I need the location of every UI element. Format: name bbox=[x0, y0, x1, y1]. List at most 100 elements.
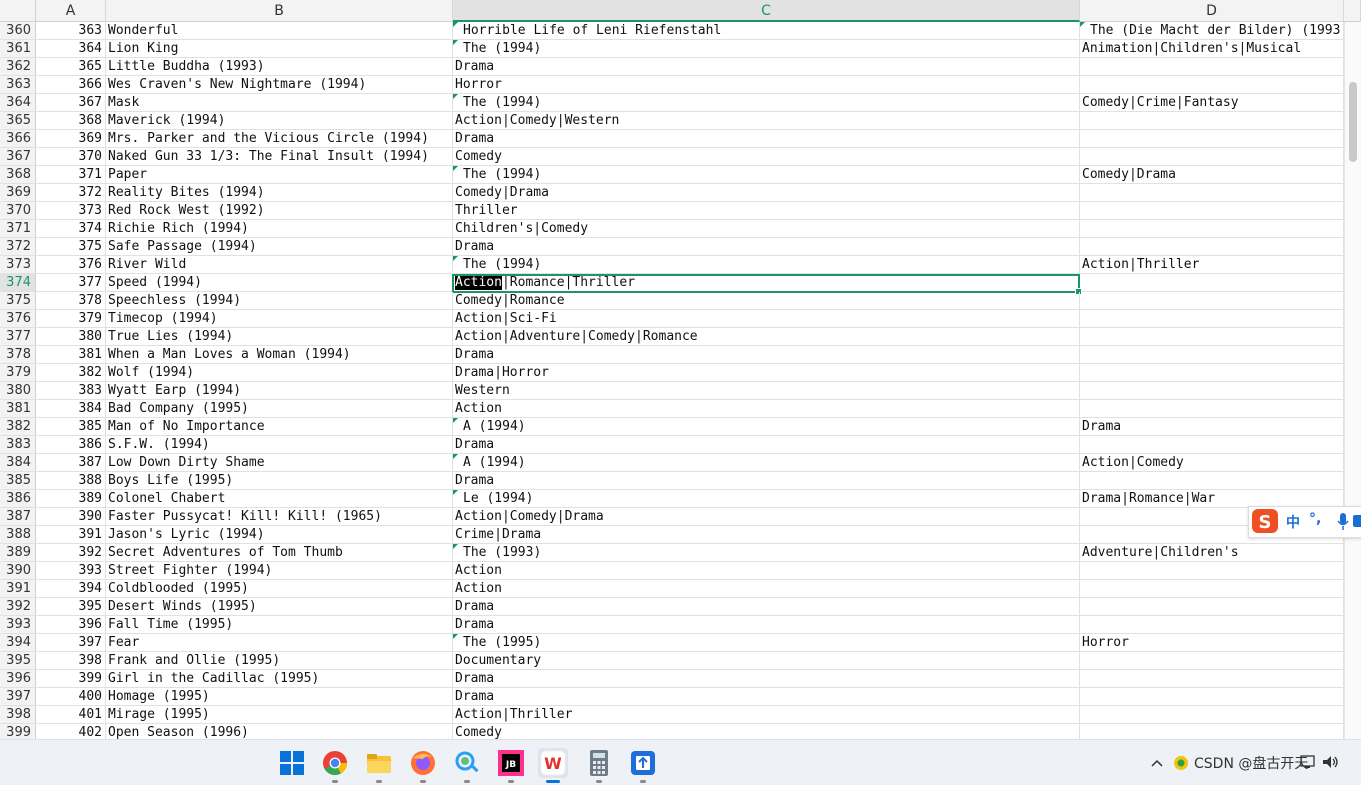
column-header-e[interactable] bbox=[1344, 0, 1361, 22]
cell-a[interactable]: 377 bbox=[36, 274, 106, 291]
cell-b[interactable]: Wes Craven's New Nightmare (1994) bbox=[106, 76, 453, 93]
cell-d[interactable]: Adventure|Children's bbox=[1080, 544, 1344, 561]
cell-d[interactable]: The (Die Macht der Bilder) (1993) bbox=[1080, 22, 1344, 39]
cell-b[interactable]: Man of No Importance bbox=[106, 418, 453, 435]
cell-a[interactable]: 392 bbox=[36, 544, 106, 561]
cell-b[interactable]: Girl in the Cadillac (1995) bbox=[106, 670, 453, 687]
cell-c[interactable]: Action|Comedy|Western bbox=[453, 112, 1080, 129]
cell-c[interactable]: Action|Adventure|Comedy|Romance bbox=[453, 328, 1080, 345]
cell-a[interactable]: 374 bbox=[36, 220, 106, 237]
cell-d[interactable] bbox=[1080, 58, 1344, 75]
cell-a[interactable]: 397 bbox=[36, 634, 106, 651]
cell-a[interactable]: 369 bbox=[36, 130, 106, 147]
cell-c[interactable]: Horrible Life of Leni Riefenstahl bbox=[453, 22, 1080, 39]
column-header-d[interactable]: D bbox=[1080, 0, 1344, 22]
chrome-icon[interactable] bbox=[320, 748, 350, 783]
cell-b[interactable]: Little Buddha (1993) bbox=[106, 58, 453, 75]
row-header[interactable]: 383 bbox=[0, 436, 36, 453]
cell-a[interactable]: 391 bbox=[36, 526, 106, 543]
cell-c[interactable]: The (1994) bbox=[453, 94, 1080, 111]
cell-c[interactable]: Action|Romance|Thriller bbox=[453, 274, 1080, 291]
file-explorer-icon[interactable] bbox=[364, 748, 394, 783]
cell-d[interactable]: Drama bbox=[1080, 418, 1344, 435]
cell-a[interactable]: 396 bbox=[36, 616, 106, 633]
cell-a[interactable]: 366 bbox=[36, 76, 106, 93]
cell-b[interactable]: Faster Pussycat! Kill! Kill! (1965) bbox=[106, 508, 453, 525]
cell-c[interactable]: Drama bbox=[453, 238, 1080, 255]
row-header[interactable]: 393 bbox=[0, 616, 36, 633]
cell-b[interactable]: Secret Adventures of Tom Thumb bbox=[106, 544, 453, 561]
cell-d[interactable] bbox=[1080, 670, 1344, 687]
cell-a[interactable]: 400 bbox=[36, 688, 106, 705]
jetbrains-icon[interactable]: JB bbox=[496, 748, 526, 783]
row-header[interactable]: 369 bbox=[0, 184, 36, 201]
wps-icon[interactable]: W bbox=[538, 748, 568, 783]
cell-c[interactable]: Drama bbox=[453, 670, 1080, 687]
cell-a[interactable]: 402 bbox=[36, 724, 106, 739]
cell-b[interactable]: River Wild bbox=[106, 256, 453, 273]
volume-icon[interactable] bbox=[1322, 755, 1340, 769]
cell-a[interactable]: 387 bbox=[36, 454, 106, 471]
row-header[interactable]: 365 bbox=[0, 112, 36, 129]
cell-b[interactable]: Homage (1995) bbox=[106, 688, 453, 705]
cell-d[interactable] bbox=[1080, 364, 1344, 381]
row-header[interactable]: 390 bbox=[0, 562, 36, 579]
cell-b[interactable]: True Lies (1994) bbox=[106, 328, 453, 345]
cell-b[interactable]: Open Season (1996) bbox=[106, 724, 453, 739]
cell-c[interactable]: Comedy|Romance bbox=[453, 292, 1080, 309]
cell-d[interactable]: Comedy|Drama bbox=[1080, 166, 1344, 183]
cell-d[interactable] bbox=[1080, 652, 1344, 669]
cell-d[interactable] bbox=[1080, 382, 1344, 399]
cell-d[interactable] bbox=[1080, 220, 1344, 237]
row-header[interactable]: 395 bbox=[0, 652, 36, 669]
cell-b[interactable]: Timecop (1994) bbox=[106, 310, 453, 327]
row-header[interactable]: 378 bbox=[0, 346, 36, 363]
cell-c[interactable]: Drama|Horror bbox=[453, 364, 1080, 381]
cell-c[interactable]: Drama bbox=[453, 688, 1080, 705]
row-header[interactable]: 372 bbox=[0, 238, 36, 255]
cell-d[interactable] bbox=[1080, 436, 1344, 453]
cell-a[interactable]: 379 bbox=[36, 310, 106, 327]
cell-d[interactable] bbox=[1080, 76, 1344, 93]
cell-a[interactable]: 382 bbox=[36, 364, 106, 381]
cell-b[interactable]: Fall Time (1995) bbox=[106, 616, 453, 633]
cell-d[interactable]: Horror bbox=[1080, 634, 1344, 651]
cell-b[interactable]: Wonderful bbox=[106, 22, 453, 39]
cell-d[interactable] bbox=[1080, 310, 1344, 327]
cell-a[interactable]: 367 bbox=[36, 94, 106, 111]
cell-c[interactable]: The (1994) bbox=[453, 40, 1080, 57]
cell-b[interactable]: When a Man Loves a Woman (1994) bbox=[106, 346, 453, 363]
firefox-icon[interactable] bbox=[408, 748, 438, 783]
cell-c[interactable]: Drama bbox=[453, 346, 1080, 363]
row-header[interactable]: 382 bbox=[0, 418, 36, 435]
cell-b[interactable]: Speechless (1994) bbox=[106, 292, 453, 309]
cell-c[interactable]: Thriller bbox=[453, 202, 1080, 219]
cell-d[interactable] bbox=[1080, 238, 1344, 255]
cell-d[interactable] bbox=[1080, 616, 1344, 633]
ime-more-icon[interactable] bbox=[1353, 515, 1361, 529]
cell-d[interactable] bbox=[1080, 580, 1344, 597]
cell-c[interactable]: Drama bbox=[453, 472, 1080, 489]
cell-d[interactable] bbox=[1080, 202, 1344, 219]
cell-b[interactable]: Red Rock West (1992) bbox=[106, 202, 453, 219]
cell-a[interactable]: 372 bbox=[36, 184, 106, 201]
cell-b[interactable]: Reality Bites (1994) bbox=[106, 184, 453, 201]
cell-b[interactable]: Bad Company (1995) bbox=[106, 400, 453, 417]
row-header[interactable]: 363 bbox=[0, 76, 36, 93]
cell-d[interactable] bbox=[1080, 328, 1344, 345]
ime-language[interactable]: 中 bbox=[1286, 512, 1300, 532]
row-header[interactable]: 367 bbox=[0, 148, 36, 165]
cell-b[interactable]: Jason's Lyric (1994) bbox=[106, 526, 453, 543]
cell-b[interactable]: Paper bbox=[106, 166, 453, 183]
cell-c[interactable]: Action bbox=[453, 400, 1080, 417]
cell-a[interactable]: 376 bbox=[36, 256, 106, 273]
cell-b[interactable]: Mrs. Parker and the Vicious Circle (1994… bbox=[106, 130, 453, 147]
cell-a[interactable]: 375 bbox=[36, 238, 106, 255]
cell-d[interactable] bbox=[1080, 688, 1344, 705]
cell-d[interactable]: Drama|Romance|War bbox=[1080, 490, 1344, 507]
cell-c[interactable]: Action|Sci-Fi bbox=[453, 310, 1080, 327]
cell-a[interactable]: 363 bbox=[36, 22, 106, 39]
select-all-corner[interactable] bbox=[0, 0, 36, 22]
cell-d[interactable] bbox=[1080, 724, 1344, 739]
cell-c[interactable]: Action bbox=[453, 580, 1080, 597]
